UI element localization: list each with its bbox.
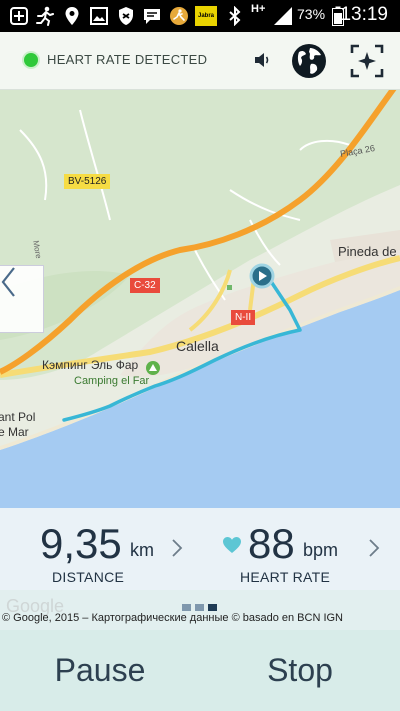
map-attribution: Google © Google, 2015 – Картографические… [0,590,400,630]
heart-rate-unit: bpm [303,540,339,560]
top-bar: HEART RATE DETECTED [0,32,400,90]
distance-chevron-right-icon[interactable] [170,538,184,558]
heart-rate-value: 88 [248,520,295,567]
page-dot-active[interactable] [208,604,217,611]
map-label-pineda: Pineda de M [338,244,400,259]
plus-icon [8,5,30,27]
runner-icon [34,5,56,27]
road-label-bv5126: BV-5126 [64,174,111,189]
location-icon [61,5,83,27]
heart-rate-chevron-right-icon[interactable] [367,538,381,558]
globe-icon[interactable] [290,42,328,80]
distance-value: 9,35 [40,520,122,567]
image-icon [88,5,110,27]
signal-icon [272,5,294,27]
stats-panel: 9,35 km DISTANCE 88 bpm HEART RATE [0,508,400,590]
page-dot[interactable] [182,604,191,611]
bluetooth-icon [224,5,246,27]
map-label-santpol-mar: e Mar [0,425,29,439]
battery-percent: 73% [297,6,326,22]
shield-icon [115,5,137,27]
collapse-map-button[interactable] [0,265,44,333]
jabra-icon: Jabra [195,6,217,26]
road-label-c32: C-32 [130,278,160,293]
map-view[interactable]: BV-5126 C-32 N-II Calella Pineda de M Кэ… [0,90,400,508]
map-label-calella: Calella [176,338,219,354]
map-label-kemping: Кэмпинг Эль Фар [42,358,139,372]
speaker-icon[interactable] [253,50,273,70]
page-indicator [182,604,217,611]
chevron-left-icon [1,267,15,297]
runkeeper-icon [168,5,190,27]
heart-rate-status-label: HEART RATE DETECTED [47,52,208,67]
road-label-n2: N-II [231,310,256,325]
page-dot[interactable] [195,604,204,611]
distance-unit: km [130,540,154,560]
heart-icon [223,537,241,553]
distance-label: DISTANCE [52,569,125,585]
map-label-camping: Camping el Far [74,375,150,387]
center-location-icon[interactable] [350,44,384,78]
workout-controls: Pause Stop [0,630,400,711]
heart-rate-label: HEART RATE [240,569,331,585]
heart-rate-status-indicator [24,53,38,67]
map-label-santpol: ant Pol [0,410,36,424]
clock: 13:19 [340,4,388,25]
attribution-text: © Google, 2015 – Картографические данные… [2,612,343,624]
network-type: H+ [251,3,266,15]
pause-button[interactable]: Pause [0,630,200,711]
message-icon [141,5,163,27]
stop-button[interactable]: Stop [200,630,400,711]
status-bar: Jabra H+ 73% 13:19 [0,0,400,32]
